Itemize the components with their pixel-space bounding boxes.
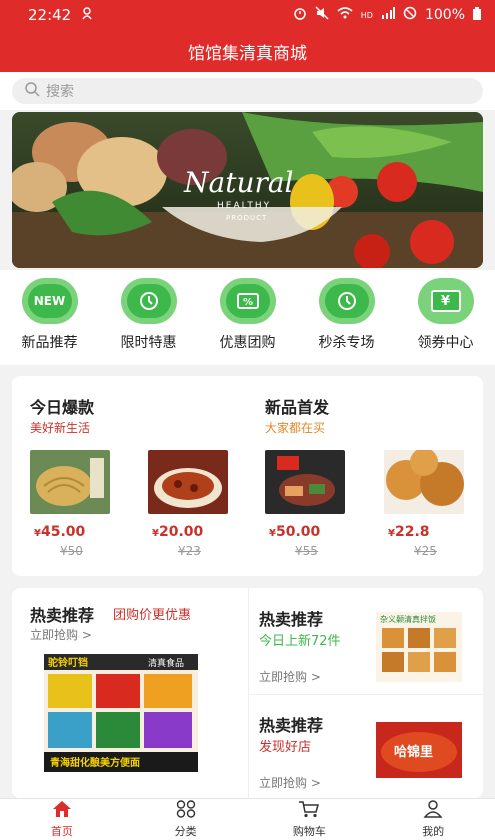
product-image: [30, 450, 110, 514]
hot-left-image[interactable]: 驼铃叮铛 清真食品 青海甜化酿美方便面: [44, 654, 198, 772]
hot-right-1-title: 热卖推荐: [259, 610, 324, 629]
tab-category[interactable]: 分类: [141, 800, 231, 839]
product-price: ¥50.00: [269, 524, 321, 540]
tab-label: 分类: [174, 825, 197, 838]
quick-item-seckill[interactable]: 秒杀专场: [302, 278, 392, 365]
hot-right-1-img-label: 杂义颡清真拌饭: [380, 614, 436, 624]
hd-icon: HD: [360, 10, 373, 20]
notification-icon: [81, 6, 93, 24]
product-old-price: ¥50: [60, 544, 83, 558]
mute-icon: [315, 6, 329, 24]
hot-right-1-buy-link[interactable]: 立即抢购 >: [259, 668, 321, 685]
user-icon: [423, 800, 443, 821]
status-time: 22:42: [28, 6, 72, 24]
hot-sale-card: 热卖推荐 团购价更优惠 立即抢购 > 驼铃叮铛 清真食品 青海甜化酿美方便面 热…: [12, 588, 483, 798]
banner-headline: Natural: [183, 166, 294, 199]
tab-label: 我的: [422, 825, 445, 838]
product-old-price: ¥55: [295, 544, 318, 558]
hot-left-title: 热卖推荐: [30, 606, 95, 625]
new-icon: NEW: [21, 278, 78, 324]
status-bar: 22:42 HD 100%: [0, 0, 495, 30]
hot-right-1-subtitle: 今日上新72件: [259, 634, 341, 649]
quick-item-label: 优惠团购: [219, 335, 276, 351]
product-price: ¥45.00: [34, 524, 86, 540]
hot-right-2-title: 热卖推荐: [259, 716, 324, 735]
product-price: ¥20.00: [152, 524, 204, 540]
hot-left-tag: 团购价更优惠: [113, 608, 192, 623]
quick-item-label: 秒杀专场: [318, 335, 375, 351]
quick-item-label: 限时特惠: [120, 335, 177, 351]
quick-item-group-buy[interactable]: % 优惠团购: [203, 278, 293, 365]
product-image: [265, 450, 345, 514]
hot-right-2-image[interactable]: 哈锦里: [376, 722, 462, 778]
new-release-subtitle: 大家都在买: [265, 421, 326, 435]
search-placeholder: 搜索: [46, 84, 74, 100]
navbar: 馆馆集清真商城: [0, 30, 495, 72]
battery-level: 100%: [424, 7, 465, 23]
tab-home[interactable]: 首页: [17, 800, 107, 839]
battery-icon: [473, 6, 481, 24]
hot-left-img-bottom: 青海甜化酿美方便面: [50, 756, 140, 769]
clock-icon: [120, 278, 177, 324]
new-release-title: 新品首发: [265, 398, 330, 417]
tab-cart[interactable]: 购物车: [264, 800, 354, 839]
search-icon: [24, 81, 40, 101]
tab-profile[interactable]: 我的: [388, 800, 478, 839]
cart-icon: [298, 800, 320, 821]
wifi-icon: [337, 7, 353, 23]
tab-label: 首页: [50, 825, 73, 838]
promo-banner[interactable]: Natural HEALTHY PRODUCT: [12, 112, 483, 268]
hot-right-1-image[interactable]: 杂义颡清真拌饭: [376, 612, 462, 682]
banner-tag: PRODUCT: [226, 214, 267, 222]
product-price: ¥22.8: [388, 524, 430, 540]
clock-icon: [318, 278, 375, 324]
hot-right-2-buy-link[interactable]: 立即抢购 >: [259, 774, 321, 791]
today-subtitle: 美好新生活: [30, 421, 91, 435]
no-disturb-icon: [403, 6, 417, 24]
divider: [248, 588, 249, 798]
quick-item-coupons[interactable]: ¥ 领券中心: [401, 278, 491, 365]
search-input[interactable]: 搜索: [12, 78, 483, 104]
page-title: 馆馆集清真商城: [188, 43, 307, 64]
divider: [249, 694, 483, 695]
product-old-price: ¥23: [178, 544, 201, 558]
quick-item-label: 新品推荐: [21, 335, 78, 351]
banner-subline: HEALTHY: [217, 201, 271, 211]
hot-right-2-img-label: 哈锦里: [394, 744, 433, 760]
hot-left-img-top: 驼铃叮铛: [48, 656, 88, 669]
coupon-icon: %: [219, 278, 276, 324]
quick-item-new[interactable]: NEW 新品推荐: [5, 278, 95, 365]
product-card[interactable]: ¥22.8 ¥25: [384, 450, 470, 558]
category-icon: [176, 800, 196, 821]
alarm-icon: [293, 6, 307, 24]
product-old-price: ¥25: [414, 544, 437, 558]
bottom-tab-bar: 首页 分类 购物车 我的: [0, 798, 495, 840]
product-card[interactable]: ¥20.00 ¥23: [148, 450, 234, 558]
signal-icon: [381, 7, 395, 23]
product-image: [148, 450, 228, 514]
quick-menu: NEW 新品推荐 限时特惠 % 优惠团购 秒杀专场 ¥ 领券中心: [0, 270, 495, 365]
svg-text:%: %: [243, 297, 253, 308]
product-card[interactable]: ¥50.00 ¥55: [265, 450, 351, 558]
quick-item-label: 领券中心: [417, 335, 474, 351]
hot-left-buy-link[interactable]: 立即抢购 >: [30, 626, 92, 643]
quick-item-flash-sale[interactable]: 限时特惠: [104, 278, 194, 365]
deals-card: 今日爆款 美好新生活 新品首发 大家都在买 ¥45.00 ¥50 ¥20.00 …: [12, 376, 483, 576]
banner-image: Natural HEALTHY PRODUCT: [12, 112, 483, 268]
today-title: 今日爆款: [30, 398, 95, 417]
hot-left-img-right: 清真食品: [148, 657, 184, 669]
product-card[interactable]: ¥45.00 ¥50: [30, 450, 116, 558]
search-bar: 搜索: [0, 72, 495, 110]
hot-right-2-subtitle: 发现好店: [259, 740, 312, 755]
product-image: [384, 450, 464, 514]
home-icon: [52, 800, 72, 821]
yen-ticket-icon: ¥: [417, 278, 474, 324]
tab-label: 购物车: [292, 825, 326, 838]
